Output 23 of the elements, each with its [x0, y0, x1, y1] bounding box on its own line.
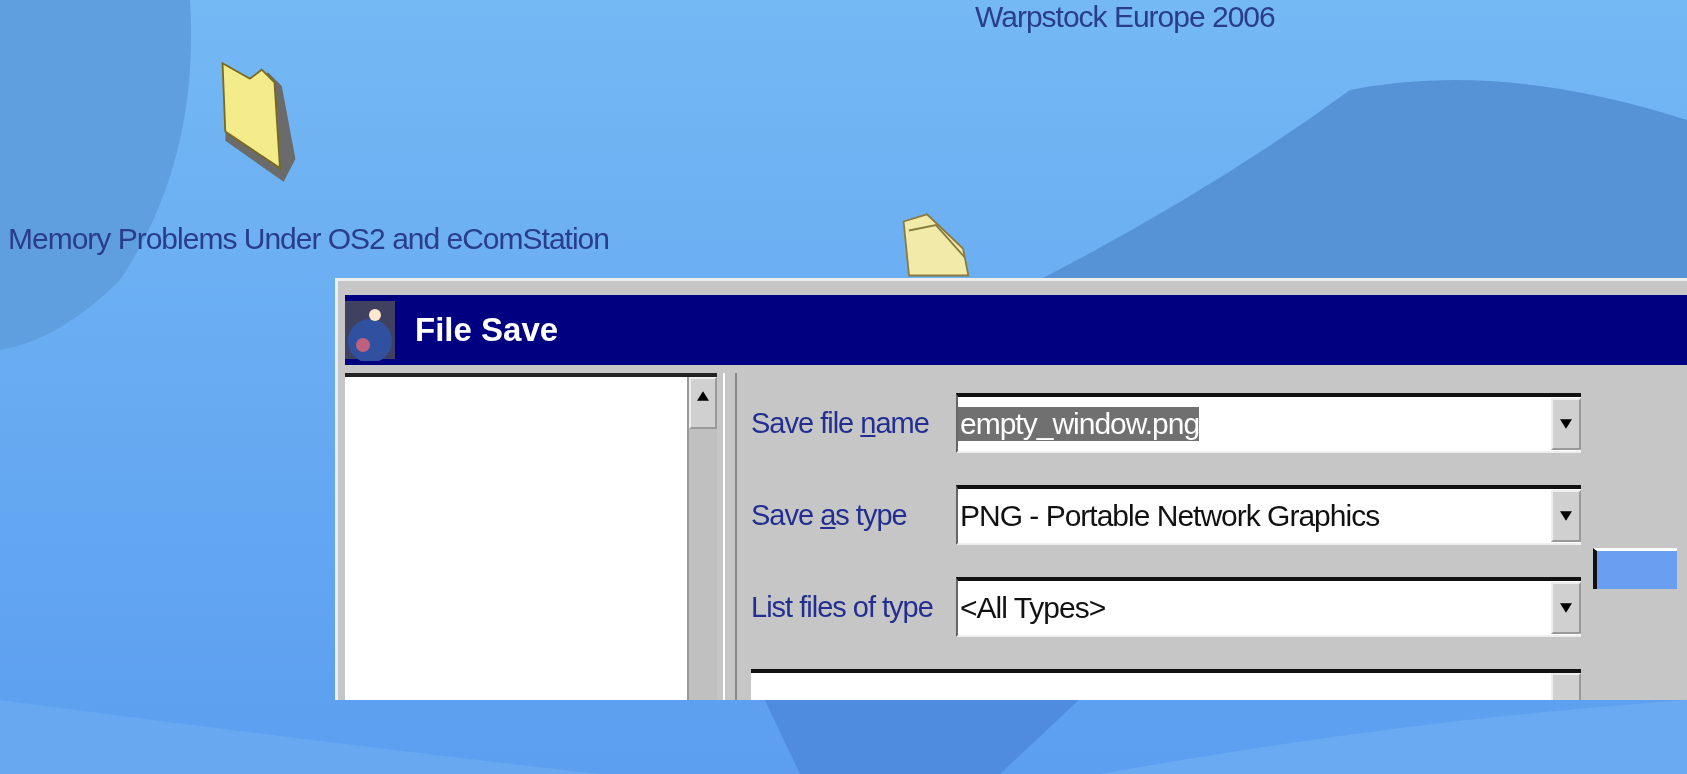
field-label: List files of type	[751, 590, 934, 624]
combo-box[interactable]: <All Types>	[956, 577, 1581, 637]
down-arrow-icon	[1560, 603, 1572, 613]
combo-box[interactable]: PNG - Portable Network Graphics	[956, 485, 1581, 545]
splitter-bar[interactable]	[723, 373, 737, 700]
field-label: Save file name	[751, 406, 930, 440]
dropdown-button[interactable]	[1551, 582, 1581, 634]
dropdown-button[interactable]	[1551, 490, 1581, 542]
globe-icon	[345, 299, 395, 361]
dropdown-button[interactable]	[1551, 398, 1581, 450]
combo-box[interactable]: empty_window.png	[956, 393, 1581, 453]
down-arrow-icon	[1560, 419, 1572, 429]
dialog-button[interactable]	[1593, 548, 1677, 589]
up-arrow-icon	[697, 391, 709, 401]
field-label: Save as type	[751, 498, 908, 532]
down-arrow-icon	[1560, 511, 1572, 521]
desktop-icon-label[interactable]: Warpstock Europe 2006	[975, 0, 1275, 34]
field-value: PNG - Portable Network Graphics	[959, 499, 1381, 533]
field-value: <All Types>	[959, 591, 1107, 625]
window-title: File Save	[415, 311, 559, 349]
desktop-icon-label[interactable]: Memory Problems Under OS2 and eComStation	[8, 222, 609, 256]
field-value: empty_window.png	[958, 407, 1200, 441]
scroll-up-button[interactable]	[689, 377, 717, 429]
